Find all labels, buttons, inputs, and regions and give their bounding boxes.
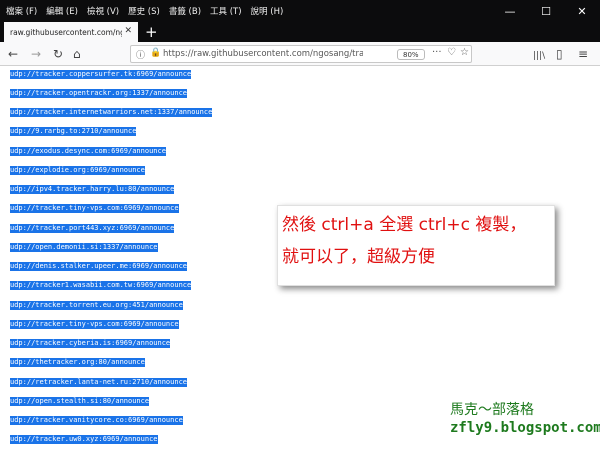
- tracker-line[interactable]: udp://retracker.lanta-net.ru:2710/announ…: [10, 378, 188, 387]
- tracker-line[interactable]: udp://tracker.uw0.xyz:6969/announce: [10, 435, 158, 444]
- tracker-line[interactable]: udp://explodie.org:6969/announce: [10, 166, 145, 175]
- tracker-line[interactable]: udp://tracker.vanitycore.co:6969/announc…: [10, 416, 183, 425]
- tracker-line[interactable]: udp://open.stealth.si:80/announce: [10, 397, 150, 406]
- home-icon[interactable]: ⌂: [73, 46, 81, 62]
- menu-tools[interactable]: 工具 (T): [210, 5, 242, 17]
- zoom-badge[interactable]: 80%: [397, 49, 425, 60]
- page-actions-icon[interactable]: ···: [432, 47, 442, 58]
- menu-list: 檔案 (F) 編輯 (E) 檢視 (V) 歷史 (S) 書籤 (B) 工具 (T…: [0, 5, 292, 17]
- window-controls: — ☐ ✕: [492, 0, 600, 22]
- tab-raw-github[interactable]: raw.githubusercontent.com/ngos ✕: [4, 22, 138, 42]
- url-input[interactable]: https://raw.githubusercontent.com/ngosan…: [163, 49, 363, 59]
- menu-edit[interactable]: 編輯 (E): [46, 5, 78, 17]
- tracker-line[interactable]: udp://tracker.port443.xyz:6969/announce: [10, 224, 175, 233]
- menu-bookmarks[interactable]: 書籤 (B): [169, 5, 201, 17]
- tracker-line[interactable]: udp://tracker.coppersurfer.tk:6969/annou…: [10, 70, 192, 79]
- info-icon[interactable]: ⓘ: [136, 48, 145, 61]
- tracker-line[interactable]: udp://tracker.tiny-vps.com:6969/announce: [10, 320, 179, 329]
- menu-help[interactable]: 說明 (H): [251, 5, 284, 17]
- tracker-line[interactable]: udp://thetracker.org:80/announce: [10, 358, 145, 367]
- tab-close-icon[interactable]: ✕: [124, 26, 132, 36]
- tracker-line[interactable]: udp://open.demonii.si:1337/announce: [10, 243, 158, 252]
- new-tab-button[interactable]: +: [145, 23, 158, 41]
- close-window-button[interactable]: ✕: [564, 0, 600, 22]
- tracker-line[interactable]: udp://tracker1.wasabii.com.tw:6969/annou…: [10, 281, 192, 290]
- pocket-icon[interactable]: ♡: [447, 47, 456, 58]
- menu-file[interactable]: 檔案 (F): [6, 5, 37, 17]
- tab-title: raw.githubusercontent.com/ngos: [10, 27, 122, 37]
- back-icon[interactable]: ←: [8, 46, 18, 62]
- sidebar-icon[interactable]: ▯: [556, 46, 563, 62]
- forward-icon[interactable]: →: [31, 46, 41, 62]
- tracker-line[interactable]: udp://tracker.tiny-vps.com:6969/announce: [10, 204, 179, 213]
- tracker-line[interactable]: udp://tracker.cyberia.is:6969/announce: [10, 339, 171, 348]
- menu-history[interactable]: 歷史 (S): [128, 5, 160, 17]
- watermark-blog-name: 馬克～部落格: [450, 402, 534, 418]
- menu-bar: 檔案 (F) 編輯 (E) 檢視 (V) 歷史 (S) 書籤 (B) 工具 (T…: [0, 0, 600, 22]
- tab-bar: raw.githubusercontent.com/ngos ✕ +: [0, 22, 600, 42]
- tracker-line[interactable]: udp://denis.stalker.upeer.me:6969/announ…: [10, 262, 188, 271]
- nav-bar: ← → ↻ ⌂ ⓘ 🔒 https://raw.githubuserconten…: [0, 42, 600, 66]
- tracker-line[interactable]: udp://tracker.torrent.eu.org:451/announc…: [10, 301, 183, 310]
- menu-view[interactable]: 檢視 (V): [87, 5, 119, 17]
- minimize-button[interactable]: —: [492, 0, 528, 22]
- maximize-button[interactable]: ☐: [528, 0, 564, 22]
- annotation-line-1: 然後 ctrl+a 全選 ctrl+c 複製，: [282, 215, 527, 235]
- annotation-callout: 然後 ctrl+a 全選 ctrl+c 複製， 就可以了，超級方便: [277, 205, 555, 286]
- lock-icon: 🔒: [150, 48, 162, 58]
- watermark-blog-url: zfly9.blogspot.com: [450, 420, 600, 436]
- tracker-line[interactable]: udp://tracker.opentrackr.org:1337/announ…: [10, 89, 188, 98]
- hamburger-menu-icon[interactable]: ≡: [578, 46, 588, 62]
- bookmark-star-icon[interactable]: ☆: [460, 47, 469, 58]
- tracker-line[interactable]: udp://tracker.internetwarriors.net:1337/…: [10, 108, 213, 117]
- tracker-line[interactable]: udp://exodus.desync.com:6969/announce: [10, 147, 166, 156]
- tracker-line[interactable]: udp://ipv4.tracker.harry.lu:80/announce: [10, 185, 175, 194]
- reload-icon[interactable]: ↻: [53, 46, 63, 62]
- tracker-line[interactable]: udp://9.rarbg.to:2710/announce: [10, 127, 137, 136]
- library-icon[interactable]: |||\: [533, 48, 545, 64]
- annotation-line-2: 就可以了，超級方便: [282, 247, 435, 267]
- url-bar[interactable]: ⓘ 🔒 https://raw.githubusercontent.com/ng…: [130, 45, 472, 63]
